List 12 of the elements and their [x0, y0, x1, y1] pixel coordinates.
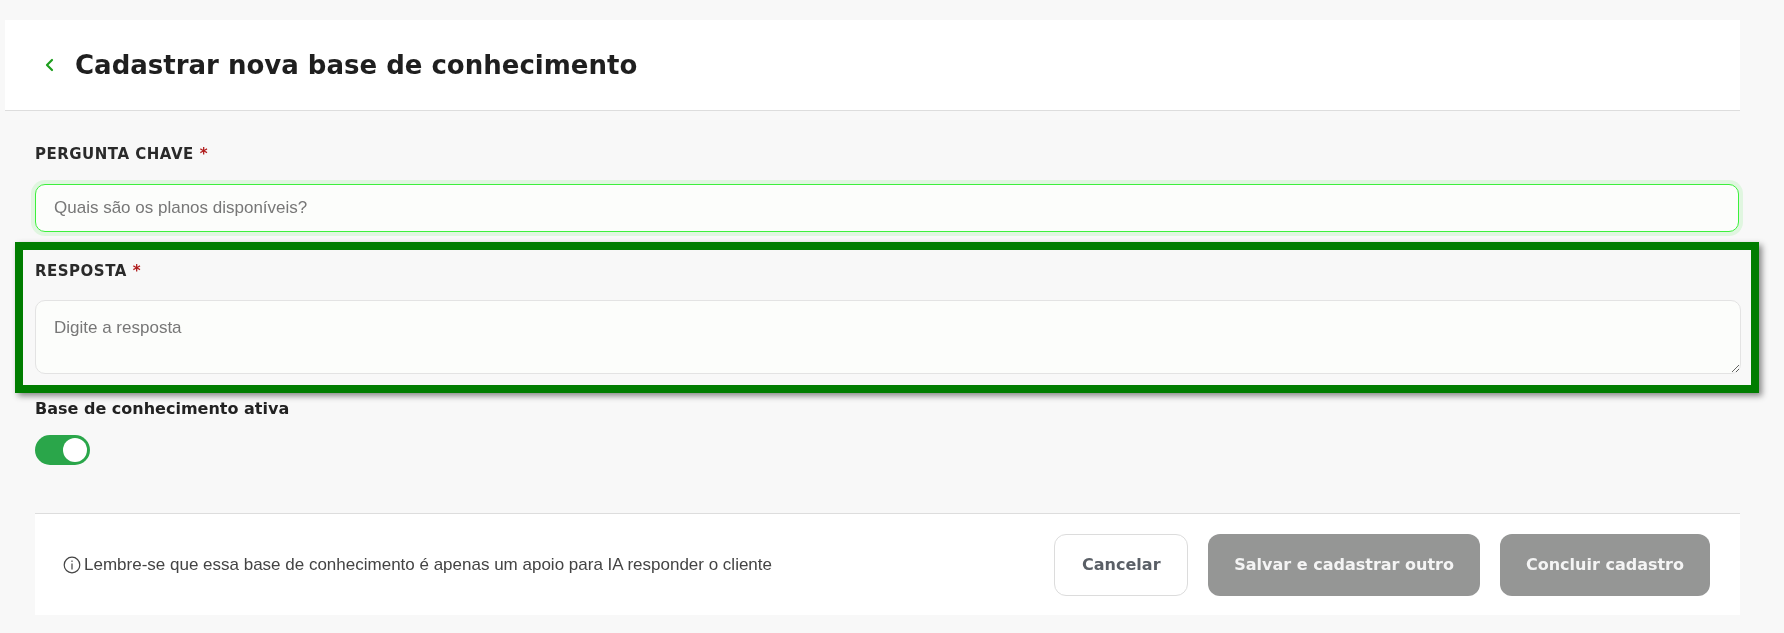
field-label: PERGUNTA CHAVE: [35, 144, 194, 165]
required-mark: *: [199, 144, 208, 165]
answer-field[interactable]: Digite a resposta: [35, 300, 1741, 374]
page-title: Cadastrar nova base de conhecimento: [75, 48, 638, 82]
active-toggle[interactable]: [35, 435, 90, 465]
info-note: Lembre-se que essa base de conhecimento é apenas um apoio para IA responder o cliente: [84, 553, 772, 576]
field-label: RESPOSTA: [35, 260, 127, 282]
toggle-label: Base de conhecimento ativa: [35, 398, 291, 420]
question-field[interactable]: Quais são os planos disponíveis?: [35, 183, 1739, 232]
info-icon: [63, 555, 81, 574]
cancel-button[interactable]: Cancelar: [1054, 533, 1189, 596]
required-mark: *: [132, 260, 141, 282]
